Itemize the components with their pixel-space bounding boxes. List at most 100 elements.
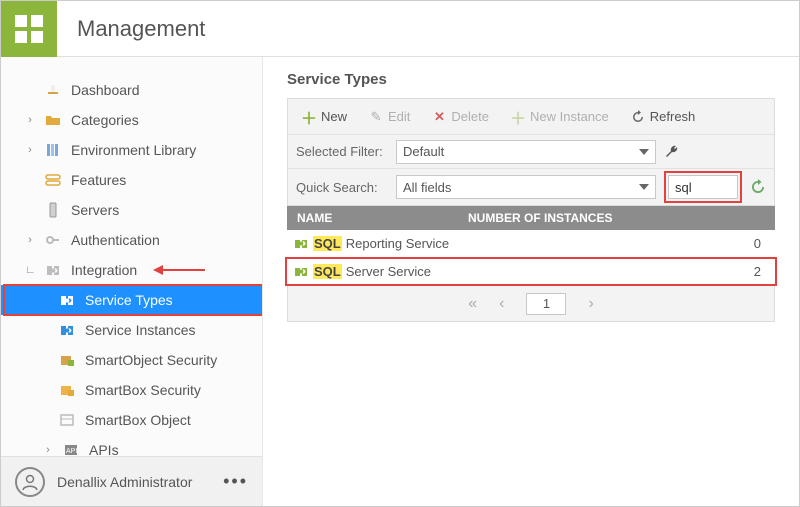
table-body: SQL Reporting Service 0 SQL Server Servi… <box>287 230 775 286</box>
delete-button[interactable]: ✕ Delete <box>426 105 495 128</box>
puzzle-blue-icon <box>59 322 75 338</box>
user-bar: Denallix Administrator ••• <box>1 456 262 506</box>
quick-search-row: Quick Search: All fields <box>288 169 774 205</box>
sidebar-item-label: Service Instances <box>85 322 196 338</box>
prev-page-button[interactable]: ‹ <box>499 295 504 313</box>
sidebar-item-label: Integration <box>71 262 137 278</box>
toolbar: ＋ New ✎ Edit ✕ Delete ＋ New Instance <box>288 99 774 135</box>
highlighted-term: SQL <box>313 236 342 251</box>
table-row[interactable]: SQL Server Service 2 <box>287 258 775 286</box>
row-rest: Reporting Service <box>346 236 449 251</box>
app-header: Management <box>1 1 799 57</box>
filter-label: Selected Filter: <box>296 144 388 159</box>
row-rest: Server Service <box>346 264 431 279</box>
configure-filter-button[interactable] <box>664 144 680 160</box>
sidebar-item-environment-library[interactable]: › Environment Library <box>1 135 262 165</box>
chevron-right-icon: › <box>25 234 35 246</box>
table-row[interactable]: SQL Reporting Service 0 <box>287 230 775 258</box>
sidebar-item-label: Features <box>71 172 126 188</box>
features-icon <box>45 172 61 188</box>
new-button[interactable]: ＋ New <box>296 105 353 128</box>
selected-filter-dropdown[interactable]: Default <box>396 140 656 164</box>
user-name: Denallix Administrator <box>57 474 211 490</box>
sidebar-item-label: Authentication <box>71 232 160 248</box>
button-label: Refresh <box>650 109 696 124</box>
column-instances[interactable]: NUMBER OF INSTANCES <box>462 211 775 225</box>
more-menu-button[interactable]: ••• <box>223 471 248 492</box>
toolbar-container: ＋ New ✎ Edit ✕ Delete ＋ New Instance <box>287 98 775 206</box>
sidebar-item-apis[interactable]: › API APIs <box>1 435 262 456</box>
chevron-down-icon <box>639 149 649 155</box>
row-count: 2 <box>633 264 775 279</box>
edit-button[interactable]: ✎ Edit <box>363 105 416 128</box>
pagination: « ‹ › <box>287 286 775 322</box>
sidebar-item-label: Dashboard <box>71 82 140 98</box>
puzzle-icon <box>293 236 309 252</box>
api-icon: API <box>63 442 79 456</box>
quick-search-input[interactable] <box>668 175 738 199</box>
row-name: SQL Server Service <box>313 264 633 279</box>
sidebar-item-label: SmartObject Security <box>85 352 217 368</box>
quick-search-field-dropdown[interactable]: All fields <box>396 175 656 199</box>
row-count: 0 <box>633 236 775 251</box>
quick-search-label: Quick Search: <box>296 180 388 195</box>
key-icon <box>45 232 61 248</box>
sidebar-item-smartobject-security[interactable]: SmartObject Security <box>1 345 262 375</box>
sidebar: Dashboard › Categories › Environment Lib… <box>1 57 263 506</box>
chevron-down-icon <box>639 184 649 190</box>
search-refresh-button[interactable] <box>750 179 766 195</box>
table-header: NAME NUMBER OF INSTANCES <box>287 206 775 230</box>
app-logo[interactable] <box>1 1 57 57</box>
sidebar-item-smartbox-object[interactable]: SmartBox Object <box>1 405 262 435</box>
sidebar-item-smartbox-security[interactable]: SmartBox Security <box>1 375 262 405</box>
plus-icon: ＋ <box>511 110 525 124</box>
library-icon <box>45 142 61 158</box>
next-page-button[interactable]: › <box>588 295 593 313</box>
sidebar-item-features[interactable]: Features <box>1 165 262 195</box>
arrow-annotation <box>153 264 207 276</box>
chevron-right-icon: › <box>25 114 35 126</box>
column-name[interactable]: NAME <box>287 211 462 225</box>
sidebar-item-label: Categories <box>71 112 139 128</box>
sidebar-item-dashboard[interactable]: Dashboard <box>1 75 262 105</box>
plus-icon: ＋ <box>302 110 316 124</box>
sidebar-item-label: Environment Library <box>71 142 196 158</box>
sidebar-item-categories[interactable]: › Categories <box>1 105 262 135</box>
page-number-input[interactable] <box>526 293 566 315</box>
puzzle-icon <box>293 264 309 280</box>
dropdown-value: Default <box>403 144 444 159</box>
box-lock2-icon <box>59 382 75 398</box>
puzzle-icon <box>59 292 75 308</box>
folder-icon <box>45 112 61 128</box>
button-label: New <box>321 109 347 124</box>
chevron-right-icon: › <box>43 444 53 456</box>
sidebar-item-integration[interactable]: ∟ Integration <box>1 255 262 285</box>
row-name: SQL Reporting Service <box>313 236 633 251</box>
sidebar-item-label: SmartBox Security <box>85 382 201 398</box>
dashboard-icon <box>45 82 61 98</box>
box-icon <box>59 412 75 428</box>
grid-icon <box>15 15 43 43</box>
sidebar-item-service-instances[interactable]: Service Instances <box>1 315 262 345</box>
sidebar-item-label: Servers <box>71 202 119 218</box>
button-label: New Instance <box>530 109 609 124</box>
new-instance-button[interactable]: ＋ New Instance <box>505 105 615 128</box>
avatar-icon[interactable] <box>15 467 45 497</box>
content-pane: Service Types ＋ New ✎ Edit ✕ Delete <box>263 57 799 506</box>
refresh-button[interactable]: Refresh <box>625 105 702 128</box>
chevron-down-icon: ∟ <box>25 264 35 276</box>
chevron-right-icon: › <box>25 144 35 156</box>
page-title: Service Types <box>263 57 799 98</box>
sidebar-item-label: SmartBox Object <box>85 412 191 428</box>
nav-tree: Dashboard › Categories › Environment Lib… <box>1 57 262 456</box>
sidebar-item-label: Service Types <box>85 292 173 308</box>
sidebar-item-authentication[interactable]: › Authentication <box>1 225 262 255</box>
sidebar-item-servers[interactable]: Servers <box>1 195 262 225</box>
filter-row: Selected Filter: Default <box>288 135 774 169</box>
puzzle-icon <box>45 262 61 278</box>
box-lock-icon <box>59 352 75 368</box>
pencil-icon: ✎ <box>369 110 383 124</box>
refresh-icon <box>631 110 645 124</box>
sidebar-item-service-types[interactable]: Service Types <box>1 285 262 315</box>
first-page-button[interactable]: « <box>468 295 477 313</box>
